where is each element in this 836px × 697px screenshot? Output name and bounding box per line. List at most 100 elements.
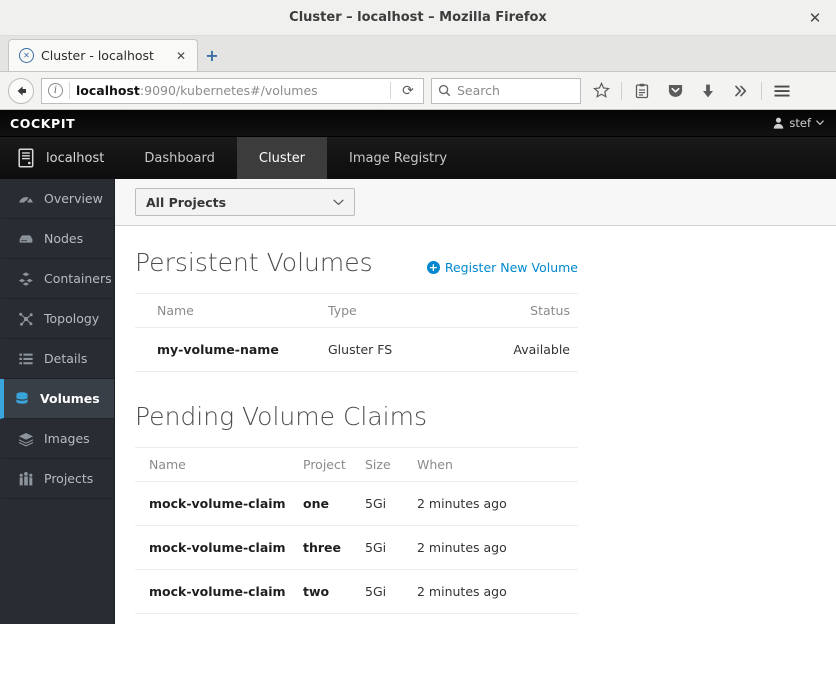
column-header-status: Status bbox=[470, 293, 578, 328]
chevron-down-icon bbox=[333, 199, 344, 205]
project-filter-dropdown[interactable]: All Projects bbox=[135, 188, 355, 216]
claim-when-cell: 2 minutes ago bbox=[409, 569, 578, 614]
user-icon bbox=[774, 117, 784, 129]
sidebar-item-nodes[interactable]: Nodes bbox=[0, 219, 114, 259]
column-header-project: Project bbox=[295, 447, 357, 482]
browser-tab[interactable]: ✕ Cluster - localhost ✕ bbox=[8, 39, 198, 71]
bookmark-star-icon[interactable] bbox=[588, 78, 614, 104]
browser-navbar: i localhost:9090/kubernetes#/volumes ⟳ S… bbox=[0, 72, 836, 110]
topology-icon bbox=[18, 311, 34, 327]
people-icon bbox=[18, 471, 34, 487]
pending-claims-table-body: mock-volume-claim one 5Gi 2 minutes ago … bbox=[135, 481, 578, 614]
table-row[interactable]: my-volume-name Gluster FS Available bbox=[135, 327, 578, 372]
volumes-panel: Persistent Volumes + Register New Volume… bbox=[115, 226, 836, 614]
claim-name-cell: mock-volume-claim bbox=[135, 481, 295, 526]
server-icon bbox=[18, 148, 34, 168]
search-input[interactable]: Search bbox=[431, 77, 581, 104]
server-icon bbox=[18, 231, 34, 247]
pending-claims-title: Pending Volume Claims bbox=[135, 402, 427, 431]
project-filter-value: All Projects bbox=[146, 194, 227, 210]
host-selector[interactable]: localhost bbox=[0, 137, 122, 179]
sidebar-item-label: Images bbox=[44, 431, 90, 446]
url-path: :9090/kubernetes#/volumes bbox=[139, 83, 318, 98]
toolbar-divider-2 bbox=[761, 81, 762, 100]
page-title: Persistent Volumes bbox=[135, 248, 373, 277]
downloads-icon[interactable] bbox=[695, 78, 721, 104]
user-menu[interactable]: stef bbox=[773, 116, 824, 130]
claim-name-cell: mock-volume-claim bbox=[135, 569, 295, 614]
gauge-icon bbox=[18, 191, 34, 207]
search-icon bbox=[438, 84, 451, 97]
cubes-icon bbox=[18, 271, 34, 287]
reader-list-icon[interactable] bbox=[629, 78, 655, 104]
sidebar-item-label: Containers bbox=[44, 271, 112, 286]
user-name: stef bbox=[789, 116, 811, 130]
persistent-volumes-table-header: Name Type Status bbox=[135, 293, 578, 328]
sidebar-item-label: Nodes bbox=[44, 231, 84, 246]
hamburger-menu-icon[interactable] bbox=[769, 78, 795, 104]
search-placeholder: Search bbox=[457, 83, 500, 98]
sidebar-item-volumes[interactable]: Volumes bbox=[0, 379, 114, 419]
sidebar-item-containers[interactable]: Containers bbox=[0, 259, 114, 299]
browser-tab-label: Cluster - localhost bbox=[41, 48, 154, 63]
urlbar-divider-2 bbox=[390, 82, 391, 99]
column-header-name: Name bbox=[135, 447, 295, 482]
table-row[interactable]: mock-volume-claim one 5Gi 2 minutes ago bbox=[135, 481, 578, 526]
table-row[interactable]: mock-volume-claim three 5Gi 2 minutes ag… bbox=[135, 525, 578, 570]
close-icon[interactable]: ✕ bbox=[173, 49, 189, 63]
toolbar-divider bbox=[621, 81, 622, 100]
sidebar-item-topology[interactable]: Topology bbox=[0, 299, 114, 339]
register-new-volume-label: Register New Volume bbox=[444, 260, 578, 275]
pending-claims-table-header: Name Project Size When bbox=[135, 447, 578, 482]
table-header-row: Name Project Size When bbox=[135, 447, 578, 482]
nav-tab-cluster[interactable]: Cluster bbox=[236, 137, 328, 179]
host-label: localhost bbox=[46, 150, 105, 166]
database-icon bbox=[14, 391, 30, 407]
column-header-when: When bbox=[409, 447, 578, 482]
column-header-type: Type bbox=[320, 293, 470, 328]
pocket-icon[interactable] bbox=[662, 78, 688, 104]
sidebar-item-overview[interactable]: Overview bbox=[0, 179, 114, 219]
back-button[interactable] bbox=[8, 77, 34, 104]
column-header-size: Size bbox=[357, 447, 409, 482]
register-new-volume-link[interactable]: + Register New Volume bbox=[426, 260, 578, 275]
window-close-button[interactable]: ✕ bbox=[804, 7, 826, 29]
claim-when-cell: 2 minutes ago bbox=[409, 525, 578, 570]
window-title: Cluster – localhost – Mozilla Firefox bbox=[289, 10, 547, 25]
sidebar-item-details[interactable]: Details bbox=[0, 339, 114, 379]
url-host: localhost bbox=[76, 83, 140, 98]
volume-type-cell: Gluster FS bbox=[320, 327, 470, 372]
pending-claims-header: Pending Volume Claims bbox=[135, 402, 578, 447]
sidebar-item-label: Topology bbox=[44, 311, 100, 326]
window-titlebar: Cluster – localhost – Mozilla Firefox ✕ bbox=[0, 0, 836, 36]
nav-tab-image-registry[interactable]: Image Registry bbox=[327, 137, 469, 179]
sidebar: Overview Nodes Containers Topology Detai… bbox=[0, 179, 115, 624]
overflow-chevron-icon[interactable] bbox=[728, 78, 754, 104]
filter-bar: All Projects bbox=[115, 179, 836, 226]
sidebar-item-images[interactable]: Images bbox=[0, 419, 114, 459]
persistent-volumes-header: Persistent Volumes + Register New Volume bbox=[135, 248, 578, 293]
cockpit-header: COCKPIT stef bbox=[0, 110, 836, 137]
table-row[interactable]: mock-volume-claim two 5Gi 2 minutes ago bbox=[135, 569, 578, 614]
claim-project-cell: one bbox=[295, 481, 357, 526]
plus-circle-icon: + bbox=[426, 261, 440, 274]
nav-tab-dashboard[interactable]: Dashboard bbox=[122, 137, 237, 179]
main-content: All Projects Persistent Volumes + Regist… bbox=[115, 179, 836, 624]
persistent-volumes-table-body: my-volume-name Gluster FS Available bbox=[135, 327, 578, 372]
sidebar-item-projects[interactable]: Projects bbox=[0, 459, 114, 499]
sidebar-item-label: Overview bbox=[44, 191, 103, 206]
page-info-icon[interactable]: i bbox=[48, 83, 63, 98]
urlbar-divider bbox=[69, 82, 70, 99]
new-tab-button[interactable]: + bbox=[198, 39, 226, 71]
cockpit-brand: COCKPIT bbox=[10, 115, 76, 131]
chevron-down-icon bbox=[816, 120, 824, 125]
claim-name-cell: mock-volume-claim bbox=[135, 525, 295, 570]
url-bar[interactable]: i localhost:9090/kubernetes#/volumes ⟳ bbox=[41, 77, 424, 104]
volume-name-cell: my-volume-name bbox=[135, 327, 320, 372]
reload-icon[interactable]: ⟳ bbox=[397, 80, 419, 102]
column-header-name: Name bbox=[135, 293, 320, 328]
table-header-row: Name Type Status bbox=[135, 293, 578, 328]
claim-project-cell: two bbox=[295, 569, 357, 614]
claim-size-cell: 5Gi bbox=[357, 569, 409, 614]
